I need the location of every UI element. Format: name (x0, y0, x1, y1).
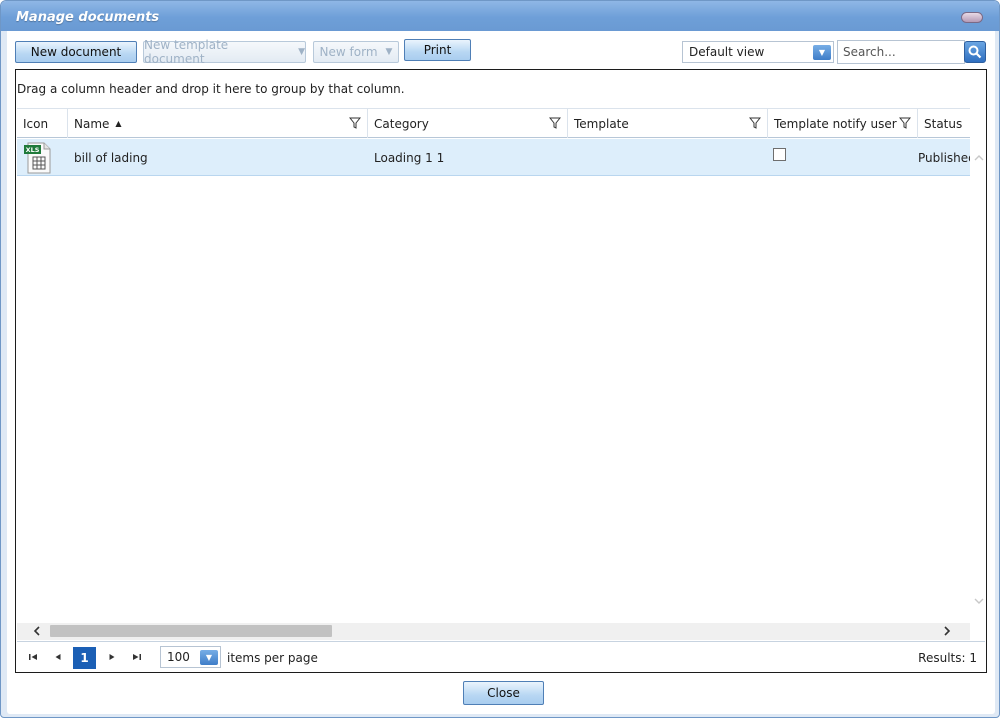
scroll-up-icon[interactable] (973, 152, 985, 164)
next-page-icon[interactable] (106, 651, 118, 663)
row-template-cell (568, 139, 768, 176)
vertical-scrollbar[interactable] (971, 139, 986, 623)
close-label: Close (487, 686, 520, 700)
new-template-document-button[interactable]: New template document ▼ (143, 38, 306, 66)
page-size-value: 100 (167, 650, 190, 664)
view-select[interactable]: Default view ▼ (682, 41, 834, 63)
column-header-label: Status (924, 116, 963, 131)
row-category-cell: Loading 1 1 (374, 150, 445, 165)
first-page-icon[interactable] (27, 651, 39, 663)
search-button[interactable] (964, 41, 986, 63)
row-icon-cell: XLS (17, 139, 68, 176)
view-select-value: Default view (689, 45, 765, 59)
manage-documents-window: Manage documents New document New templa… (0, 0, 1000, 718)
dropdown-arrow-icon[interactable]: ▼ (813, 45, 831, 60)
horizontal-scroll-thumb[interactable] (50, 625, 332, 637)
column-header-label: Template (574, 116, 629, 131)
row-notify-cell (768, 139, 918, 176)
column-header-template[interactable]: Template (568, 109, 768, 138)
grid-header: Icon Name ▲ Category Template Template n… (17, 108, 970, 138)
excel-file-icon: XLS (24, 142, 51, 173)
horizontal-scrollbar[interactable] (17, 623, 970, 640)
column-header-label: Template notify user (774, 116, 897, 131)
page-size-select[interactable]: 100 ▼ (160, 646, 221, 668)
column-header-label: Icon (23, 116, 49, 131)
new-document-label: New document (30, 45, 122, 59)
dropdown-arrow-icon[interactable]: ▼ (200, 650, 218, 665)
column-header-category[interactable]: Category (368, 109, 568, 138)
column-header-template-notify-user[interactable]: Template notify user (768, 109, 918, 138)
title-bar: Manage documents (1, 1, 999, 31)
scroll-left-icon[interactable] (31, 625, 43, 637)
group-by-hint: Drag a column header and drop it here to… (17, 82, 405, 96)
filter-icon[interactable] (749, 117, 761, 129)
filter-icon[interactable] (549, 117, 561, 129)
close-button[interactable]: Close (463, 681, 544, 705)
previous-page-icon[interactable] (52, 651, 64, 663)
row-name-cell: bill of lading (74, 150, 148, 165)
column-header-icon[interactable]: Icon (17, 109, 68, 138)
pager: 1 100 ▼ items per page Results: 1 (17, 641, 985, 672)
new-form-label: New form (319, 45, 378, 59)
file-type-label: XLS (26, 146, 40, 154)
new-document-button[interactable]: New document (15, 41, 137, 63)
chevron-down-icon: ▼ (385, 47, 393, 57)
print-label: Print (423, 43, 452, 57)
filter-icon[interactable] (899, 117, 911, 129)
scroll-right-icon[interactable] (941, 625, 953, 637)
window-close-icon[interactable] (961, 12, 983, 23)
chevron-down-icon: ▼ (298, 47, 305, 57)
documents-grid: Drag a column header and drop it here to… (15, 69, 987, 673)
scroll-down-icon[interactable] (973, 595, 985, 607)
search-icon (968, 45, 982, 59)
new-template-document-label: New template document (144, 38, 229, 66)
items-per-page-label: items per page (227, 651, 318, 665)
column-header-status[interactable]: Status (918, 109, 978, 138)
last-page-icon[interactable] (131, 651, 143, 663)
results-count: Results: 1 (918, 651, 977, 665)
template-notify-user-checkbox[interactable] (773, 148, 786, 161)
sort-ascending-icon: ▲ (115, 119, 122, 128)
window-title: Manage documents (16, 10, 160, 25)
search-input[interactable] (837, 40, 965, 64)
column-header-label: Category (374, 116, 429, 131)
dialog-content: New document New template document ▼ New… (7, 31, 995, 714)
column-header-label: Name (74, 116, 110, 131)
current-page-number[interactable]: 1 (73, 647, 96, 669)
row-status-cell: Published (918, 150, 970, 165)
table-row[interactable]: XLS bill of lading Loading 1 1 Published (17, 139, 970, 176)
filter-icon[interactable] (349, 117, 361, 129)
new-form-button[interactable]: New form ▼ (313, 41, 399, 63)
print-button[interactable]: Print (404, 39, 471, 61)
column-header-name[interactable]: Name ▲ (68, 109, 368, 138)
